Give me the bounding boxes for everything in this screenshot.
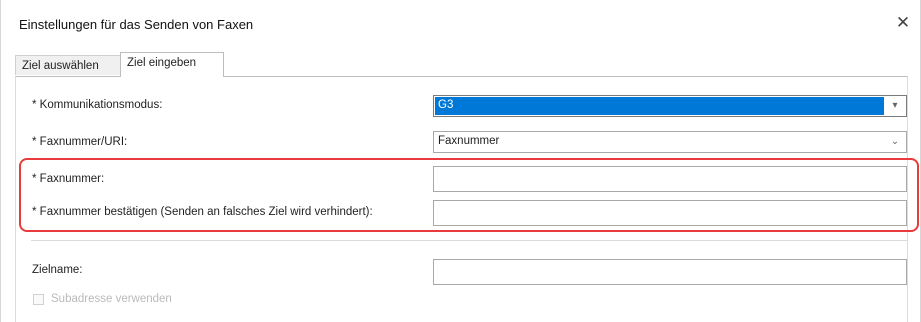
subaddress-checkbox[interactable]: [33, 294, 44, 305]
chevron-down-icon: ▾: [892, 100, 898, 111]
fax-number-field[interactable]: [433, 166, 907, 192]
dialog-title: Einstellungen für das Senden von Faxen: [19, 17, 254, 32]
fax-confirm-field[interactable]: [433, 200, 907, 226]
dest-name-field[interactable]: [433, 259, 907, 285]
close-icon[interactable]: ✕: [892, 12, 914, 34]
tab-enter-destination[interactable]: Ziel eingeben: [120, 52, 224, 77]
selection-highlight: [435, 97, 884, 115]
comm-mode-label: * Kommunikationsmodus:: [32, 99, 163, 111]
fax-confirm-label: * Faxnummer bestätigen (Senden an falsch…: [32, 206, 373, 218]
fax-uri-select[interactable]: Faxnummer ⌄: [433, 131, 907, 153]
comm-mode-value: G3: [438, 99, 454, 111]
chevron-down-icon: ⌄: [890, 136, 900, 147]
tab-select-destination[interactable]: Ziel auswählen: [15, 55, 121, 75]
subaddress-label: Subadresse verwenden: [51, 293, 172, 305]
fax-number-label: * Faxnummer:: [32, 173, 105, 185]
dest-name-label: Zielname:: [32, 264, 83, 276]
comm-mode-select[interactable]: G3 ▾: [433, 95, 907, 117]
divider: [31, 240, 908, 241]
fax-settings-dialog: Einstellungen für das Senden von Faxen ✕…: [0, 0, 921, 322]
title-bar: Einstellungen für das Senden von Faxen ✕: [1, 0, 920, 50]
fax-uri-label: * Faxnummer/URI:: [32, 136, 128, 148]
fax-uri-value: Faxnummer: [438, 135, 500, 147]
